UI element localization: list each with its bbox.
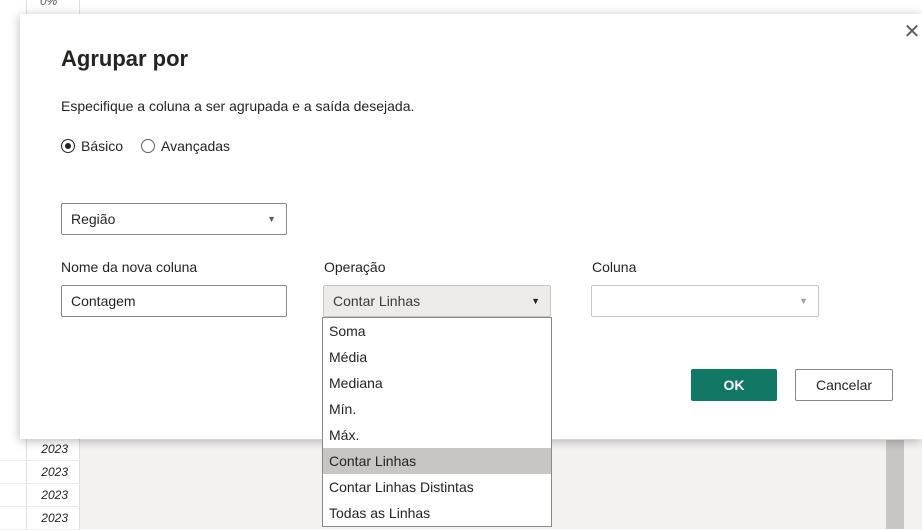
year-cell: 2023 bbox=[0, 507, 80, 530]
radio-advanced[interactable] bbox=[141, 139, 156, 153]
background-top-cell: 0% bbox=[40, 0, 58, 8]
radio-advanced-label[interactable]: Avançadas bbox=[161, 138, 230, 154]
dropdown-option[interactable]: Mediana bbox=[323, 370, 551, 396]
dropdown-option[interactable]: Mín. bbox=[323, 396, 551, 422]
dropdown-option[interactable]: Contar Linhas Distintas bbox=[323, 474, 551, 500]
chevron-down-icon: ▼ bbox=[799, 296, 808, 306]
dropdown-option[interactable]: Todas as Linhas bbox=[323, 500, 551, 526]
column-select[interactable]: ▼ bbox=[591, 285, 819, 317]
cancel-button[interactable]: Cancelar bbox=[795, 369, 893, 401]
chevron-down-icon: ▼ bbox=[531, 296, 540, 306]
radio-basic-label[interactable]: Básico bbox=[81, 138, 123, 154]
year-cell: 2023 bbox=[0, 438, 80, 461]
column-label: Coluna bbox=[592, 259, 637, 275]
operation-dropdown-list: Soma Média Mediana Mín. Máx. Contar Linh… bbox=[322, 317, 552, 527]
year-cell: 2023 bbox=[0, 484, 80, 507]
chevron-down-icon: ▼ bbox=[267, 214, 276, 224]
mode-radio-group: Básico Avançadas bbox=[61, 138, 248, 154]
dialog-title: Agrupar por bbox=[61, 46, 189, 71]
ok-button[interactable]: OK bbox=[691, 369, 777, 401]
year-cell: 2023 bbox=[0, 461, 80, 484]
dropdown-option[interactable]: Máx. bbox=[323, 422, 551, 448]
group-by-column-value: Região bbox=[71, 211, 116, 227]
close-icon[interactable]: ✕ bbox=[902, 22, 922, 42]
year-column: 2023 2023 2023 2023 bbox=[0, 438, 80, 530]
new-column-label: Nome da nova coluna bbox=[61, 259, 198, 275]
operation-label: Operação bbox=[324, 259, 386, 275]
group-by-column-select[interactable]: Região ▼ bbox=[61, 203, 287, 235]
operation-select[interactable]: Contar Linhas ▼ bbox=[323, 285, 551, 317]
new-column-name-value: Contagem bbox=[71, 293, 136, 309]
dropdown-option[interactable]: Média bbox=[323, 344, 551, 370]
dropdown-option[interactable]: Soma bbox=[323, 318, 551, 344]
dropdown-option-selected[interactable]: Contar Linhas bbox=[323, 448, 551, 474]
new-column-name-input[interactable]: Contagem bbox=[61, 285, 287, 317]
operation-value: Contar Linhas bbox=[333, 293, 421, 309]
radio-basic[interactable] bbox=[61, 139, 75, 153]
dialog-subtitle: Especifique a coluna a ser agrupada e a … bbox=[61, 98, 415, 114]
background-scrollbar[interactable] bbox=[886, 440, 904, 529]
